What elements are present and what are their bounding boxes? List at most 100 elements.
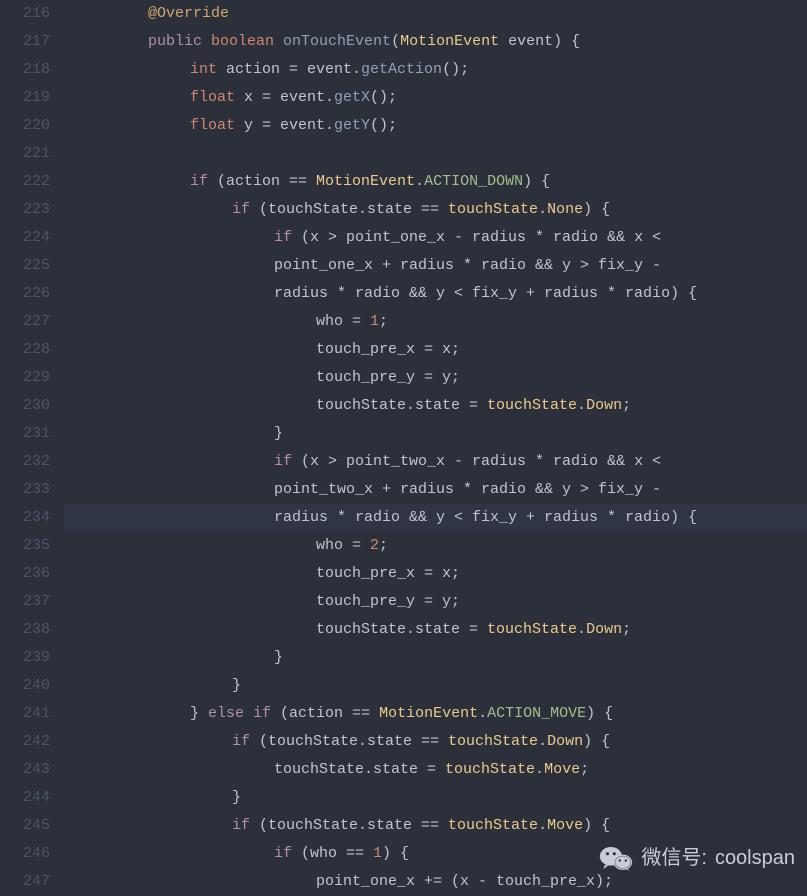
code-line[interactable]: if (touchState.state == touchState.Down)…	[64, 728, 807, 756]
line-number: 227	[8, 308, 50, 336]
code-line[interactable]: touch_pre_y = y;	[64, 364, 807, 392]
code-line[interactable]: touchState.state = touchState.Down;	[64, 392, 807, 420]
code-line[interactable]: }	[64, 644, 807, 672]
token-ident: touchState	[448, 733, 538, 750]
line-number: 220	[8, 112, 50, 140]
line-number: 244	[8, 784, 50, 812]
token-punc: .	[538, 201, 547, 218]
code-line[interactable]: if (x > point_one_x - radius * radio && …	[64, 224, 807, 252]
wechat-icon	[599, 844, 633, 872]
line-number: 247	[8, 868, 50, 896]
token-punc: ) {	[523, 173, 550, 190]
token-var: (action ==	[280, 705, 379, 722]
code-line[interactable]: touch_pre_x = x;	[64, 560, 807, 588]
code-line[interactable]: touch_pre_x = x;	[64, 336, 807, 364]
line-number: 228	[8, 336, 50, 364]
code-line[interactable]	[64, 140, 807, 168]
code-line[interactable]: who = 2;	[64, 532, 807, 560]
token-method: getAction	[361, 61, 442, 78]
line-number: 225	[8, 252, 50, 280]
token-class: MotionEvent	[316, 173, 415, 190]
line-number: 236	[8, 560, 50, 588]
code-editor[interactable]: 2162172182192202212222232242252262272282…	[0, 0, 807, 896]
token-var: action = event.	[226, 61, 361, 78]
code-line[interactable]: who = 1;	[64, 308, 807, 336]
token-var: touchState.state =	[316, 621, 487, 638]
line-number: 217	[8, 28, 50, 56]
token-punc: ;	[580, 761, 589, 778]
code-line[interactable]: public boolean onTouchEvent(MotionEvent …	[64, 28, 807, 56]
code-line[interactable]: point_one_x += (x - touch_pre_x);	[64, 868, 807, 896]
token-punc: ();	[370, 117, 397, 134]
code-line[interactable]: float y = event.getY();	[64, 112, 807, 140]
token-punc: event) {	[499, 33, 580, 50]
token-punc: }	[190, 705, 208, 722]
token-type: float	[190, 89, 244, 106]
code-line[interactable]: point_one_x + radius * radio && y > fix_…	[64, 252, 807, 280]
code-line[interactable]: int action = event.getAction();	[64, 56, 807, 84]
line-number: 239	[8, 644, 50, 672]
watermark-handle: coolspan	[715, 844, 795, 872]
code-line[interactable]: touch_pre_y = y;	[64, 588, 807, 616]
line-number: 226	[8, 280, 50, 308]
token-punc: ) {	[583, 201, 610, 218]
token-var: (touchState.state ==	[259, 817, 448, 834]
watermark: 微信号: coolspan	[599, 844, 795, 872]
token-var: (who ==	[301, 845, 373, 862]
code-line[interactable]: touchState.state = touchState.Move;	[64, 756, 807, 784]
token-keyword: if	[274, 453, 301, 470]
code-line[interactable]: if (touchState.state == touchState.None)…	[64, 196, 807, 224]
code-line[interactable]: float x = event.getX();	[64, 84, 807, 112]
code-area[interactable]: @Overridepublic boolean onTouchEvent(Mot…	[64, 0, 807, 896]
token-var: point_one_x + radius * radio && y > fix_…	[274, 257, 661, 274]
token-type: boolean	[211, 33, 283, 50]
token-ident: Move	[547, 817, 583, 834]
token-var: touchState.state =	[316, 397, 487, 414]
line-number: 231	[8, 420, 50, 448]
code-line[interactable]: }	[64, 784, 807, 812]
line-number: 216	[8, 0, 50, 28]
code-line[interactable]: radius * radio && y < fix_y + radius * r…	[64, 280, 807, 308]
token-var: touchState.state =	[274, 761, 445, 778]
token-var: touch_pre_x = x;	[316, 565, 460, 582]
token-keyword: if	[232, 201, 259, 218]
token-ident: touchState	[487, 397, 577, 414]
token-var: y = event.	[244, 117, 334, 134]
token-ident: Move	[544, 761, 580, 778]
token-keyword: else if	[208, 705, 280, 722]
token-ident: touchState	[487, 621, 577, 638]
token-punc: .	[538, 817, 547, 834]
line-number: 219	[8, 84, 50, 112]
token-punc: .	[577, 397, 586, 414]
line-number: 235	[8, 532, 50, 560]
token-punc: ;	[379, 313, 388, 330]
token-punc: ) {	[382, 845, 409, 862]
token-num: 1	[370, 313, 379, 330]
code-line[interactable]: } else if (action == MotionEvent.ACTION_…	[64, 700, 807, 728]
token-punc: ;	[379, 537, 388, 554]
code-line[interactable]: }	[64, 672, 807, 700]
token-punc: }	[232, 789, 241, 806]
code-line[interactable]: if (x > point_two_x - radius * radio && …	[64, 448, 807, 476]
token-var: (touchState.state ==	[259, 733, 448, 750]
token-punc: .	[415, 173, 424, 190]
line-number: 229	[8, 364, 50, 392]
line-number: 218	[8, 56, 50, 84]
token-method: getX	[334, 89, 370, 106]
code-line[interactable]: if (touchState.state == touchState.Move)…	[64, 812, 807, 840]
line-number: 237	[8, 588, 50, 616]
code-line[interactable]: if (action == MotionEvent.ACTION_DOWN) {	[64, 168, 807, 196]
line-number: 240	[8, 672, 50, 700]
token-keyword: public	[148, 33, 211, 50]
token-var: who =	[316, 537, 370, 554]
code-line[interactable]: @Override	[64, 0, 807, 28]
line-number: 233	[8, 476, 50, 504]
token-punc: ;	[622, 397, 631, 414]
token-ident: Down	[586, 397, 622, 414]
token-ident: touchState	[445, 761, 535, 778]
line-number: 241	[8, 700, 50, 728]
code-line[interactable]: radius * radio && y < fix_y + radius * r…	[64, 504, 807, 532]
code-line[interactable]: }	[64, 420, 807, 448]
code-line[interactable]: point_two_x + radius * radio && y > fix_…	[64, 476, 807, 504]
code-line[interactable]: touchState.state = touchState.Down;	[64, 616, 807, 644]
